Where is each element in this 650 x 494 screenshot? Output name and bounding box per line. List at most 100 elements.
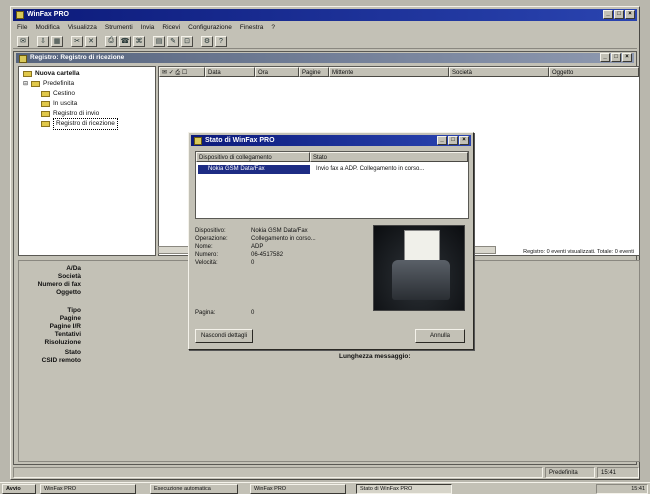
info-device-value: Nokia GSM Data/Fax [251,228,308,234]
column-societa[interactable]: Società [449,67,549,77]
label-pagine-ir: Pagine I/R [49,323,81,330]
taskbar-item-esecuzione[interactable]: Esecuzione automatica [150,484,238,494]
log-window-icon [19,55,27,63]
column-ora[interactable]: Ora [255,67,299,77]
dialog-minimize-button[interactable]: _ [437,136,447,145]
tree-item-label: Registro di ricezione [53,118,118,130]
tree-item-label: Nuova cartella [35,70,80,77]
log-maximize-button[interactable]: □ [611,53,621,62]
print-icon[interactable]: ⎙ [105,35,117,47]
tree-item-cestino[interactable]: Cestino [41,89,75,99]
tree-item-predefinita[interactable]: ⊟ Predefinita [23,79,74,89]
hide-details-button[interactable]: Nascondi dettagli [195,329,253,343]
dialog-close-button[interactable]: × [459,136,469,145]
log-minimize-button[interactable]: _ [600,53,610,62]
label-tipo: Tipo [67,307,81,314]
log-close-button[interactable]: × [622,53,632,62]
status-folder: Predefinita [545,467,595,478]
tree-item-label: Cestino [53,90,76,97]
taskbar-item-winfax[interactable]: WinFax PRO [40,484,136,494]
cancel-button[interactable]: Annulla [415,329,465,343]
column-state[interactable]: Stato [310,152,468,162]
list-header: ✉ ✓ ⎙ ☐ Data Ora Pagine Mittente Società… [159,67,639,77]
menu-strumenti[interactable]: Strumenti [105,22,133,33]
tree-item-label: Predefinita [43,80,75,87]
minimize-button[interactable]: _ [603,10,613,19]
settings-icon[interactable]: ⚙ [201,35,213,47]
tree-item-nuova-cartella[interactable]: Nuova cartella [23,69,79,79]
folder-icon [31,81,41,87]
fax-paper [404,230,440,262]
info-page-label: Pagina: [195,310,216,316]
folder-icon [41,111,50,117]
taskbar-item-status[interactable]: Stato di WinFax PRO [356,484,452,494]
device-list: Dispositivo di collegamento Stato Nokia … [195,151,469,219]
label-pagine: Pagine [59,315,81,322]
dialog-maximize-button[interactable]: □ [448,136,458,145]
folder-icon [41,101,50,107]
folder-icon [41,91,50,97]
dialog-titlebar[interactable]: Stato di WinFax PRO _ □ × [191,135,471,146]
message-length-label: Lunghezza messaggio: [339,353,411,360]
phonebook-icon[interactable]: ☎ [119,35,131,47]
app-titlebar[interactable]: WinFax PRO _ □ × [13,9,637,21]
taskbar-item-winfax-2[interactable]: WinFax PRO [250,484,346,494]
menu-file[interactable]: File [17,22,27,33]
label-a-da: A/Da [66,265,81,272]
menu-configurazione[interactable]: Configurazione [188,22,232,33]
info-device-label: Dispositivo: [195,228,226,234]
status-main [13,467,543,478]
folder-icon [23,71,32,77]
folder-tree: Nuova cartella ⊟ Predefinita Cestino In … [18,66,156,256]
cover-page-icon[interactable]: ▤ [153,35,165,47]
menu-ricevi[interactable]: Ricevi [162,22,180,33]
log-window-title: Registro: Registro di ricezione [30,54,125,61]
taskbar: Avvio WinFax PRO Esecuzione automatica W… [0,482,650,494]
app-title: WinFax PRO [27,11,69,18]
app-icon [16,11,24,19]
status-time: 15:41 [597,467,639,478]
column-mittente[interactable]: Mittente [329,67,449,77]
system-tray-clock: 15:41 [596,484,648,494]
log-window-titlebar[interactable]: Registro: Registro di ricezione _ □ × [16,53,634,63]
send-fax-icon[interactable]: ✉ [17,35,29,47]
column-data[interactable]: Data [205,67,255,77]
annotate-icon[interactable]: ✎ [167,35,179,47]
device-list-header: Dispositivo di collegamento Stato [196,152,468,162]
label-numero-fax: Numero di fax [37,281,81,288]
column-device[interactable]: Dispositivo di collegamento [196,152,310,162]
tree-item-in-uscita[interactable]: In uscita [41,99,77,109]
view-icon[interactable]: ▦ [51,35,63,47]
start-button[interactable]: Avvio [2,484,36,494]
column-pagine[interactable]: Pagine [299,67,329,77]
scan-icon[interactable]: ⊡ [181,35,193,47]
delete-icon[interactable]: ✕ [85,35,97,47]
tree-item-registro-ricezione[interactable]: Registro di ricezione [41,118,118,130]
help-icon[interactable]: ? [215,35,227,47]
label-csid-remoto: CSID remoto [41,357,81,364]
expand-icon[interactable]: ⊟ [23,79,28,89]
column-icons[interactable]: ✉ ✓ ⎙ ☐ [159,67,205,77]
close-button[interactable]: × [625,10,635,19]
menu-finestra[interactable]: Finestra [240,22,263,33]
menu-modifica[interactable]: Modifica [35,22,59,33]
device-row[interactable]: Nokia GSM Data/Fax Invio fax a ADP. Coll… [198,165,466,174]
menu-bar: File Modifica Visualizza Strumenti Invia… [13,22,637,33]
list-status-text: Registro: 0 eventi visualizzati. Totale:… [523,249,634,255]
menu-help[interactable]: ? [271,22,275,33]
device-state: Invio fax a ADP. Collegamento in corso..… [316,166,425,172]
info-name-label: Nome: [195,244,213,250]
menu-visualizza[interactable]: Visualizza [68,22,97,33]
info-operation-value: Collegamento in corso... [251,236,316,242]
label-tentativi: Tentativi [54,331,81,338]
dialog-title: Stato di WinFax PRO [205,137,275,144]
menu-invia[interactable]: Invia [141,22,155,33]
cut-icon[interactable]: ✂ [71,35,83,47]
label-risoluzione: Risoluzione [44,339,81,346]
receive-icon[interactable]: ⇩ [37,35,49,47]
maximize-button[interactable]: □ [614,10,624,19]
info-name-value: ADP [251,244,264,250]
attach-icon[interactable]: ⌘ [133,35,145,47]
column-oggetto[interactable]: Oggetto [549,67,639,77]
info-operation-label: Operazione: [195,236,228,242]
